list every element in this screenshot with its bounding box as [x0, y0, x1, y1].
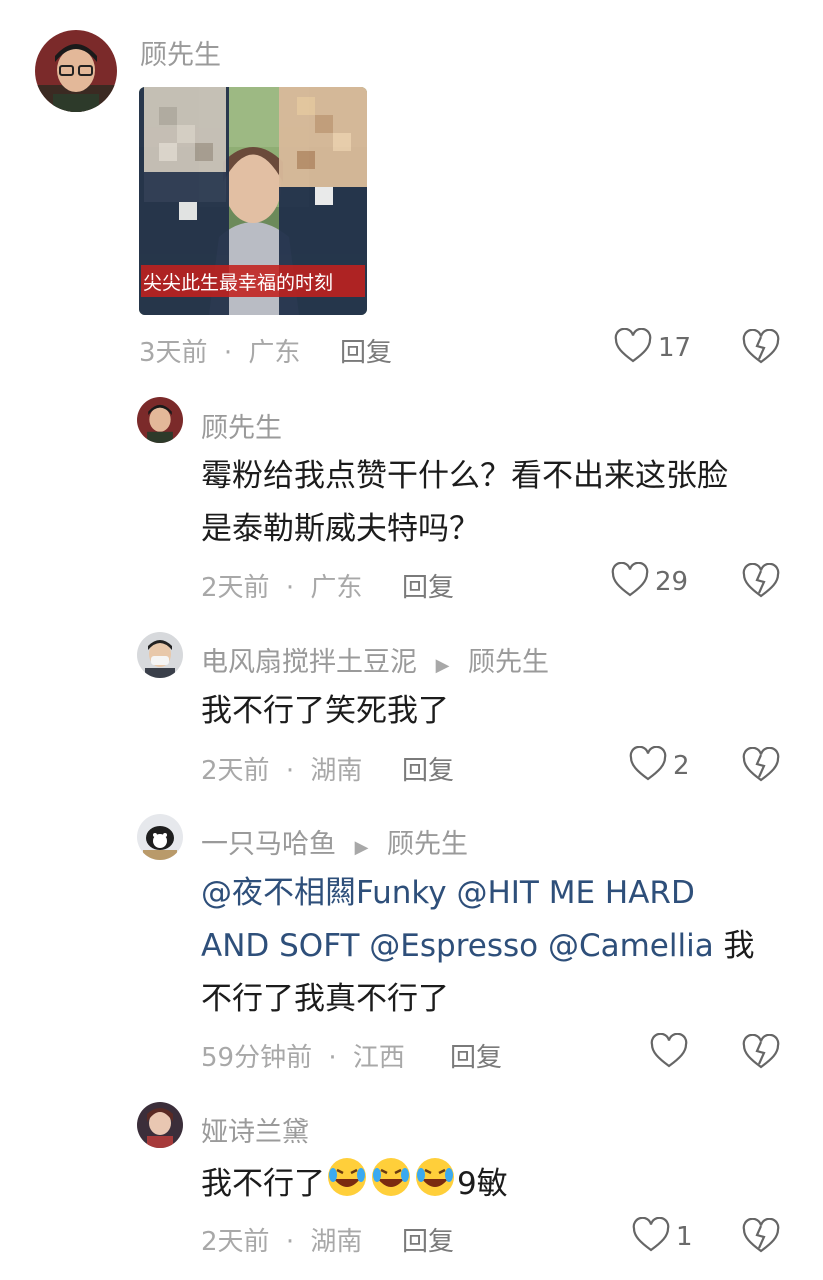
heart-outline-icon	[629, 745, 667, 786]
reply-to-username[interactable]: 顾先生	[468, 647, 549, 678]
timestamp: 3天前	[139, 338, 208, 368]
heart-outline-icon	[614, 327, 652, 368]
comment-meta: 2天前 · 湖南	[201, 750, 362, 787]
like-button[interactable]	[650, 1032, 694, 1073]
meta-separator: ·	[285, 1227, 295, 1257]
broken-heart-icon	[742, 1033, 780, 1074]
reply-arrow-icon: ▶	[435, 655, 450, 676]
like-count: 2	[673, 751, 690, 781]
mention-links[interactable]: AND SOFT @Espresso @Camellia	[201, 928, 714, 964]
rolling-laughing-emoji-icon	[325, 1155, 369, 1216]
heart-outline-icon	[650, 1032, 688, 1073]
like-button[interactable]: 17	[614, 327, 692, 368]
broken-heart-icon	[742, 746, 780, 787]
location: 江西	[352, 1043, 405, 1073]
rolling-laughing-emoji-icon	[369, 1155, 413, 1216]
heart-outline-icon	[632, 1216, 670, 1257]
heart-outline-icon	[611, 561, 649, 602]
location: 广东	[248, 338, 301, 368]
avatar[interactable]	[137, 1102, 183, 1148]
meta-separator: ·	[285, 573, 295, 603]
avatar[interactable]	[35, 30, 117, 112]
comment-image[interactable]: 尖尖此生最幸福的时刻	[139, 87, 367, 315]
reply-button[interactable]: 回复	[402, 567, 454, 604]
reply-button[interactable]: 回复	[402, 750, 454, 787]
timestamp: 2天前	[201, 756, 270, 786]
comment-header: 电风扇搅拌土豆泥 ▶ 顾先生	[201, 640, 549, 679]
comment-meta: 2天前 · 广东	[201, 567, 362, 604]
username[interactable]: 顾先生	[201, 406, 282, 445]
avatar[interactable]	[137, 814, 183, 860]
mention-links[interactable]: @夜不相闗Funky @HIT ME HARD	[201, 875, 695, 911]
like-button[interactable]: 1	[632, 1216, 693, 1257]
broken-heart-icon	[742, 328, 780, 369]
reply-arrow-icon: ▶	[354, 837, 369, 858]
avatar[interactable]	[137, 397, 183, 443]
comment-header: 一只马哈鱼 ▶ 顾先生	[201, 822, 468, 861]
like-count: 29	[655, 567, 689, 597]
dislike-button[interactable]	[742, 328, 780, 369]
timestamp: 2天前	[201, 573, 270, 603]
comment-text: 我不行了笑死我了	[201, 693, 449, 729]
username[interactable]: 顾先生	[140, 33, 221, 72]
like-count: 1	[676, 1222, 693, 1252]
dislike-button[interactable]	[742, 562, 780, 603]
image-caption: 尖尖此生最幸福的时刻	[143, 272, 334, 294]
location: 广东	[310, 573, 363, 603]
like-button[interactable]: 2	[629, 745, 690, 786]
timestamp: 59分钟前	[201, 1043, 313, 1073]
like-button[interactable]: 29	[611, 561, 689, 602]
dislike-button[interactable]	[742, 1033, 780, 1074]
meta-separator: ·	[285, 756, 295, 786]
location: 湖南	[310, 756, 363, 786]
broken-heart-icon	[742, 1217, 780, 1258]
comment-meta: 2天前 · 湖南	[201, 1221, 362, 1258]
username[interactable]: 一只马哈鱼	[201, 829, 336, 860]
reply-to-username[interactable]: 顾先生	[387, 829, 468, 860]
dislike-button[interactable]	[742, 746, 780, 787]
location: 湖南	[310, 1227, 363, 1257]
rolling-laughing-emoji-icon	[413, 1155, 457, 1216]
comment-text: 我不行了 9敏	[201, 1155, 508, 1216]
broken-heart-icon	[742, 562, 780, 603]
reply-button[interactable]: 回复	[340, 332, 392, 369]
avatar[interactable]	[137, 632, 183, 678]
dislike-button[interactable]	[742, 1217, 780, 1258]
comment-text: 霉粉给我点赞干什么？看不出来这张脸 是泰勒斯威夫特吗？	[201, 458, 728, 547]
reply-button[interactable]: 回复	[402, 1221, 454, 1258]
comment-meta: 3天前 · 广东	[139, 332, 300, 369]
timestamp: 2天前	[201, 1227, 270, 1257]
meta-separator: ·	[223, 338, 233, 368]
reply-button[interactable]: 回复	[450, 1037, 502, 1074]
comment-meta: 59分钟前 · 江西	[201, 1037, 405, 1074]
username[interactable]: 电风扇搅拌土豆泥	[201, 647, 417, 678]
like-count: 17	[658, 333, 692, 363]
comment-text: @夜不相闗Funky @HIT ME HARD AND SOFT @Espres…	[201, 875, 755, 1017]
meta-separator: ·	[328, 1043, 337, 1073]
username[interactable]: 娅诗兰黛	[201, 1110, 309, 1149]
